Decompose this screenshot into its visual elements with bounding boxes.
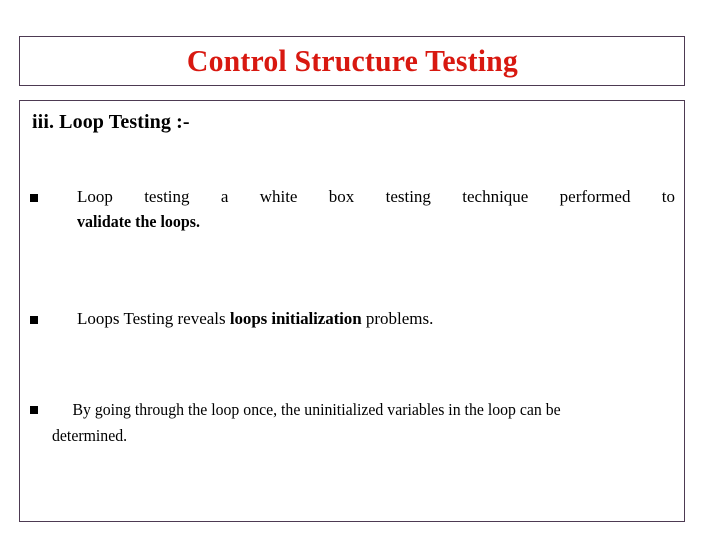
- section-subheading: iii. Loop Testing :-: [32, 111, 190, 133]
- list-item-text-lead: Loop testing a white box testing techniq…: [77, 187, 675, 206]
- list-item: Loop testing a white box testing techniq…: [30, 185, 675, 234]
- page-title: Control Structure Testing: [186, 42, 518, 78]
- list-item-text: Loops Testing reveals loops initializati…: [77, 307, 675, 332]
- list-item-text-emphasis: validate the loops.: [77, 211, 200, 231]
- square-bullet-icon: [30, 194, 38, 202]
- square-bullet-icon: [30, 316, 38, 324]
- list-item-text: Loop testing a white box testing techniq…: [77, 185, 675, 234]
- square-bullet-icon: [30, 406, 38, 414]
- list-item: By going through the loop once, the unin…: [30, 397, 680, 448]
- title-box: Control Structure Testing: [19, 36, 685, 86]
- list-item-text-prefix: Loops Testing reveals: [77, 309, 230, 328]
- list-item-text-suffix: problems.: [361, 309, 434, 328]
- content-box: iii. Loop Testing :- Loop testing a whit…: [19, 100, 685, 522]
- list-item-text: By going through the loop once, the unin…: [52, 400, 561, 445]
- list-item-text-emphasis: loops initialization: [229, 309, 362, 328]
- list-item: Loops Testing reveals loops initializati…: [30, 307, 675, 332]
- slide-canvas: Control Structure Testing iii. Loop Test…: [0, 0, 720, 540]
